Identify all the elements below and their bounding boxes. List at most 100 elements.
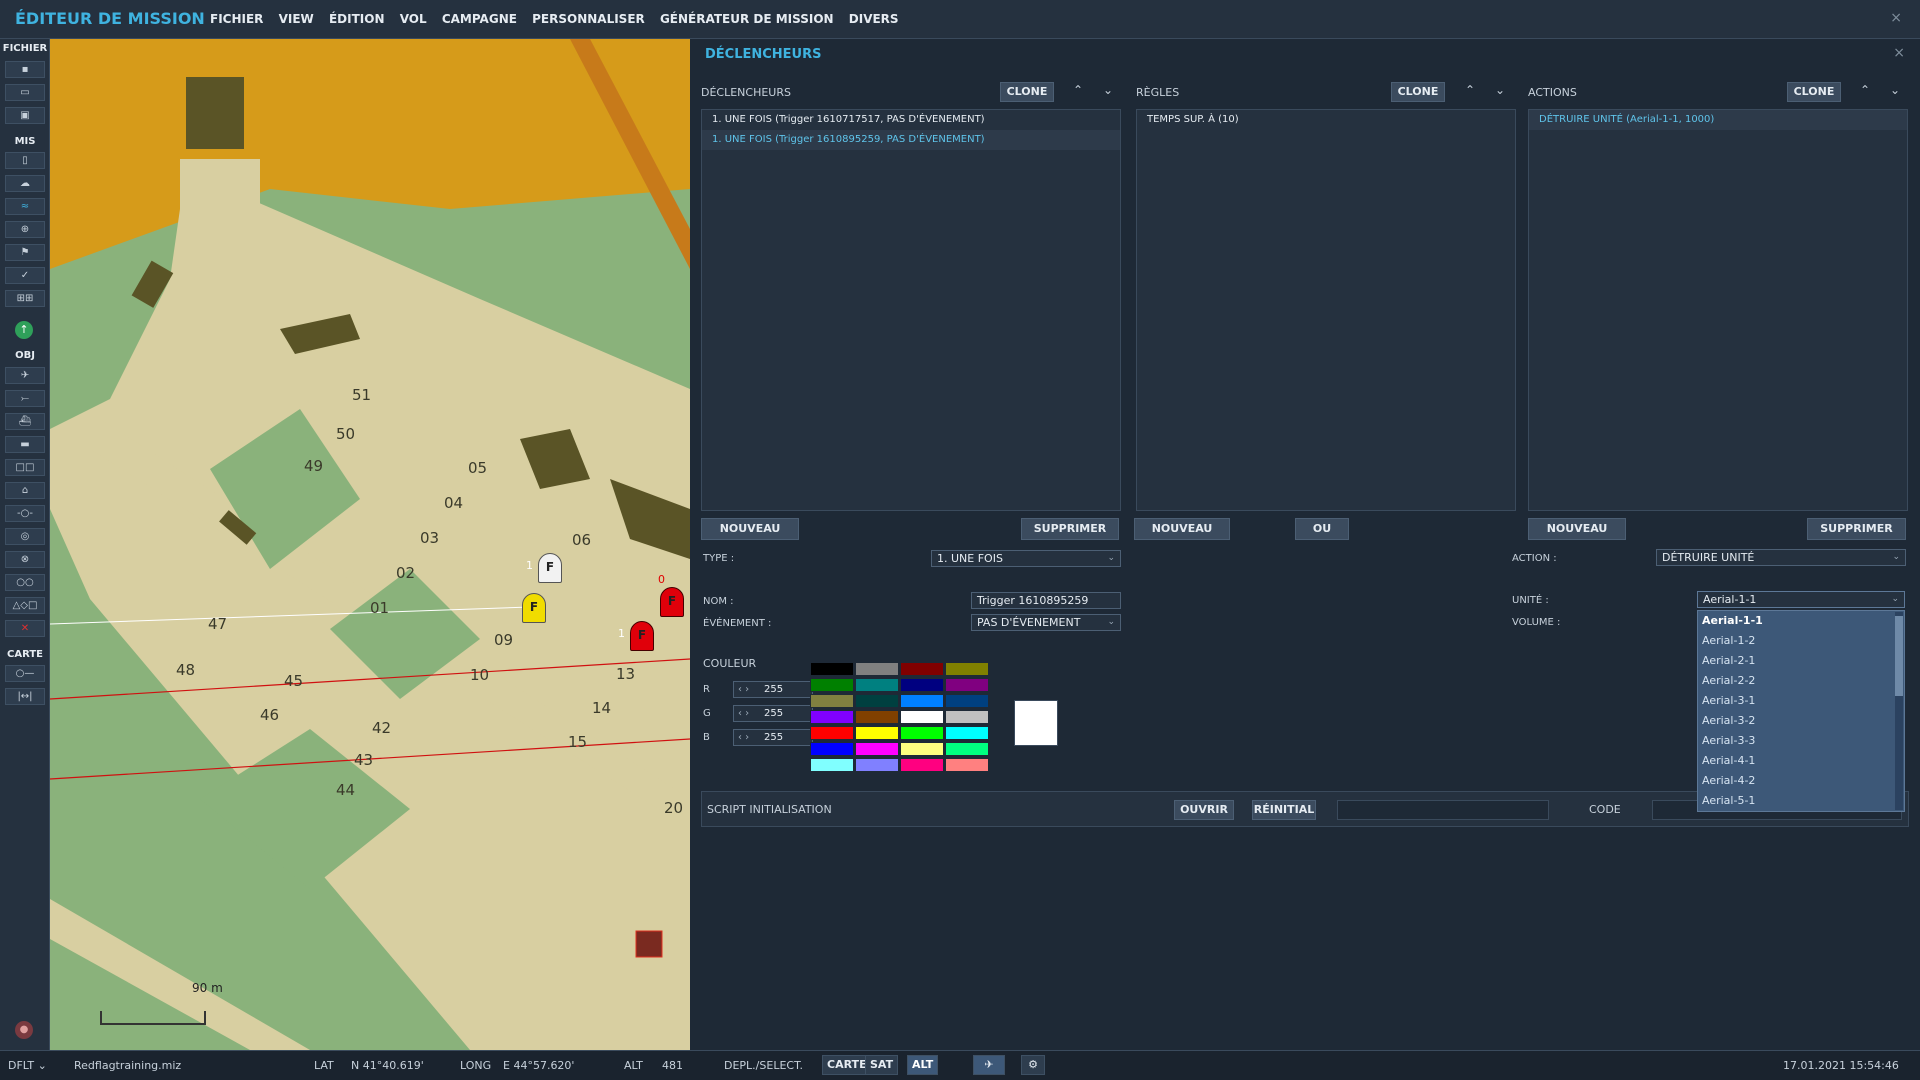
group-icon[interactable]: ⊞⊞ — [5, 290, 45, 307]
chevron-up-icon[interactable]: ⌃ — [1465, 83, 1475, 97]
unit-option[interactable]: Aerial-3-3 — [1698, 731, 1904, 751]
r-input[interactable]: ‹ › 255 — [733, 681, 813, 698]
dropdown-scrollbar[interactable] — [1895, 612, 1903, 810]
rule-item[interactable]: TEMPS SUP. À (10) — [1137, 110, 1515, 130]
map-view[interactable]: 51 50 49 05 04 03 06 02 01 47 48 45 46 4… — [50, 39, 690, 1050]
color-swatch[interactable] — [900, 694, 944, 708]
menu-view[interactable]: VIEW — [279, 12, 314, 26]
alt-mode-button[interactable]: ALT — [907, 1055, 939, 1075]
chevron-down-icon[interactable]: ⌄ — [1103, 83, 1113, 97]
color-swatch[interactable] — [945, 726, 989, 740]
menu-divers[interactable]: DIVERS — [849, 12, 899, 26]
color-swatch[interactable] — [855, 678, 899, 692]
helicopter-icon[interactable]: ⤚ — [5, 390, 45, 407]
delete-trigger-button[interactable]: SUPPRIMER — [1021, 518, 1119, 540]
color-swatch[interactable] — [810, 694, 854, 708]
color-swatch[interactable] — [945, 710, 989, 724]
new-action-button[interactable]: NOUVEAU — [1528, 518, 1626, 540]
type-select[interactable]: 1. UNE FOIS ⌄ — [931, 550, 1121, 567]
map-marker-white-f[interactable]: F — [538, 553, 562, 583]
radius-icon[interactable]: ⊗ — [5, 551, 45, 568]
chevron-down-icon[interactable]: ⌄ — [1495, 83, 1505, 97]
chevron-up-icon[interactable]: ⌃ — [1073, 83, 1083, 97]
scrollbar-thumb[interactable] — [1895, 616, 1903, 696]
unit-option[interactable]: Aerial-4-1 — [1698, 751, 1904, 771]
color-swatch[interactable] — [810, 758, 854, 772]
color-swatch[interactable] — [810, 726, 854, 740]
map-marker-yellow-f[interactable]: F — [522, 593, 546, 623]
settings-gear-icon[interactable]: ⚙ — [1021, 1055, 1045, 1075]
color-swatch[interactable] — [900, 742, 944, 756]
color-swatch[interactable] — [945, 662, 989, 676]
color-swatch[interactable] — [855, 662, 899, 676]
weather-icon[interactable]: ☁ — [5, 175, 45, 192]
unit-option[interactable]: Aerial-1-2 — [1698, 631, 1904, 651]
color-swatch[interactable] — [900, 678, 944, 692]
check-icon[interactable]: ✓ — [5, 267, 45, 284]
zone-icon[interactable]: ⌂ — [5, 482, 45, 499]
color-swatch[interactable] — [900, 726, 944, 740]
flag-icon[interactable]: ⚑ — [5, 244, 45, 261]
unit-option[interactable]: Aerial-3-1 — [1698, 691, 1904, 711]
delete-icon[interactable]: ✕ — [5, 620, 45, 637]
color-swatch[interactable] — [810, 662, 854, 676]
color-swatch[interactable] — [855, 694, 899, 708]
new-file-icon[interactable]: ▪ — [5, 61, 45, 78]
menu-fichier[interactable]: FICHIER — [210, 12, 263, 26]
route-icon[interactable]: ○— — [5, 665, 45, 682]
map-marker-red-f-1[interactable]: F — [630, 621, 654, 651]
chevron-down-icon[interactable]: ⌄ — [1890, 83, 1900, 97]
color-swatch[interactable] — [945, 678, 989, 692]
g-input[interactable]: ‹ › 255 — [733, 705, 813, 722]
color-swatch[interactable] — [855, 758, 899, 772]
rules-clone-button[interactable]: CLONE — [1391, 82, 1445, 102]
static-icon[interactable]: □□ — [5, 459, 45, 476]
script-path-input[interactable] — [1337, 800, 1549, 820]
b-input[interactable]: ‹ › 255 — [733, 729, 813, 746]
action-item[interactable]: DÉTRUIRE UNITÉ (Aerial-1-1, 1000) — [1529, 110, 1907, 130]
reset-script-button[interactable]: RÉINITIAL — [1252, 800, 1316, 820]
trigger-item-selected[interactable]: 1. UNE FOIS (Trigger 1610895259, PAS D'É… — [702, 130, 1120, 150]
color-swatch[interactable] — [810, 742, 854, 756]
target-icon[interactable]: ⊕ — [5, 221, 45, 238]
actions-clone-button[interactable]: CLONE — [1787, 82, 1841, 102]
unit-select[interactable]: Aerial-1-1 ⌄ — [1697, 591, 1905, 608]
action-select[interactable]: DÉTRUIRE UNITÉ ⌄ — [1656, 549, 1906, 566]
color-swatch[interactable] — [945, 694, 989, 708]
menu-vol[interactable]: VOL — [400, 12, 427, 26]
open-file-icon[interactable]: ▭ — [5, 84, 45, 101]
color-swatch[interactable] — [900, 662, 944, 676]
color-swatch[interactable] — [900, 758, 944, 772]
aircraft-filter-icon[interactable]: ✈ — [973, 1055, 1005, 1075]
unit-option[interactable]: Aerial-2-1 — [1698, 651, 1904, 671]
color-swatch[interactable] — [855, 726, 899, 740]
menu-generateur[interactable]: GÉNÉRATEUR DE MISSION — [660, 12, 834, 26]
unit-option[interactable]: Aerial-3-2 — [1698, 711, 1904, 731]
menu-personnaliser[interactable]: PERSONNALISER — [532, 12, 645, 26]
color-swatch[interactable] — [810, 710, 854, 724]
color-swatch[interactable] — [810, 678, 854, 692]
menu-campagne[interactable]: CAMPAGNE — [442, 12, 517, 26]
triggers-icon[interactable]: ≈ — [5, 198, 45, 215]
panel-close-icon[interactable]: × — [1893, 45, 1905, 61]
color-swatch[interactable] — [900, 710, 944, 724]
record-icon[interactable]: ● — [15, 1021, 33, 1039]
open-script-button[interactable]: OUVRIR — [1174, 800, 1234, 820]
triggers-clone-button[interactable]: CLONE — [1000, 82, 1054, 102]
briefing-icon[interactable]: ▯ — [5, 152, 45, 169]
aircraft-icon[interactable]: ✈ — [5, 367, 45, 384]
unit-option[interactable]: Aerial-1-1 — [1698, 611, 1904, 631]
event-select[interactable]: PAS D'ÉVENEMENT ⌄ — [971, 614, 1121, 631]
ship-icon[interactable]: ⛴ — [5, 413, 45, 430]
delete-action-button[interactable]: SUPPRIMER — [1807, 518, 1906, 540]
vehicle-icon[interactable]: ▬ — [5, 436, 45, 453]
name-input[interactable]: Trigger 1610895259 — [971, 592, 1121, 609]
new-trigger-button[interactable]: NOUVEAU — [701, 518, 799, 540]
chevron-up-icon[interactable]: ⌃ — [1860, 83, 1870, 97]
close-icon[interactable]: × — [1890, 10, 1902, 26]
sat-mode-button[interactable]: SAT — [865, 1055, 899, 1075]
save-file-icon[interactable]: ▣ — [5, 107, 45, 124]
profile-select[interactable]: DFLT ⌄ — [8, 1059, 47, 1072]
color-swatch[interactable] — [855, 710, 899, 724]
ruler-icon[interactable]: |↔| — [5, 688, 45, 705]
